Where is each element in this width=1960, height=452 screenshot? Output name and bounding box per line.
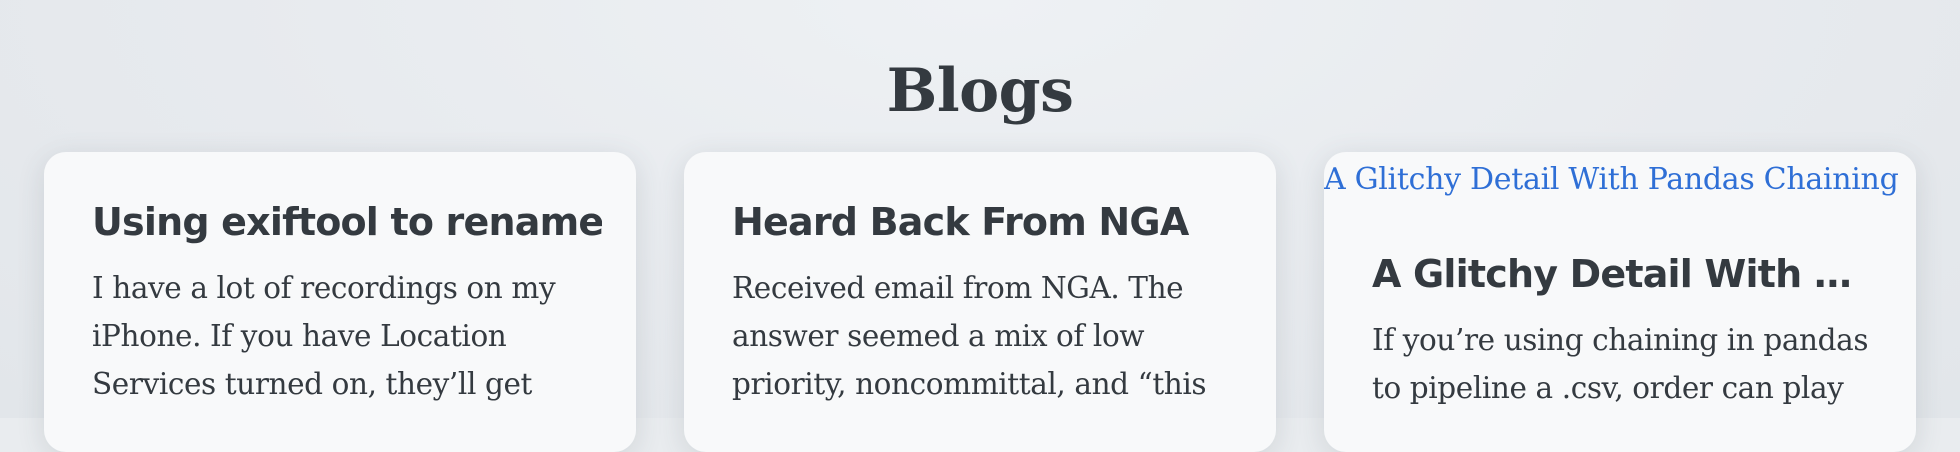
blog-card-heading[interactable]: Using exiftool to rename … (92, 200, 602, 244)
blog-card-excerpt: I have a lot of recordings on my iPhone.… (92, 271, 556, 401)
page-title: Blogs (886, 56, 1074, 127)
blog-card[interactable]: Heard Back From NGA Received email from … (684, 152, 1276, 452)
blog-card-heading[interactable]: A Glitchy Detail With … (1372, 252, 1882, 296)
blog-card-excerpt: Received email from NGA. The answer seem… (732, 271, 1207, 401)
blog-card-excerpt: If you’re using chaining in pandas to pi… (1372, 323, 1869, 405)
blogs-page: Blogs Using exiftool to rename … I have … (0, 0, 1960, 452)
blog-card[interactable]: Using exiftool to rename … I have a lot … (44, 152, 636, 452)
blog-card-link[interactable]: A Glitchy Detail With Pandas Chaining (1324, 162, 1899, 197)
blog-card[interactable]: A Glitchy Detail With Pandas Chaining A … (1324, 152, 1916, 452)
blog-card-heading[interactable]: Heard Back From NGA (732, 200, 1242, 244)
